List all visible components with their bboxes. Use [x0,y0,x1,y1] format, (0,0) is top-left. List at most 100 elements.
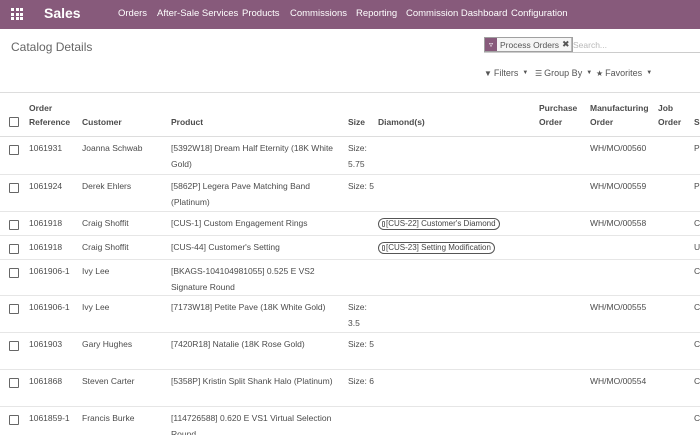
customer-cell: Ivy Lee [82,302,110,312]
row-checkbox[interactable] [9,378,19,388]
order-reference-cell: 1061906-1 [29,266,70,276]
customer-cell: Joanna Schwab [82,143,143,153]
row-checkbox[interactable] [9,304,19,314]
row-checkbox[interactable] [9,145,19,155]
product-cell: [5862P] Legera Pave Matching Band (Plati… [171,181,310,207]
s-cell: C [694,218,700,228]
size-cell: Size: 5.75 [348,143,367,169]
s-cell: C [694,376,700,386]
page-title: Catalog Details [11,40,93,54]
filter-icon: ▿ [485,38,497,51]
menu-commission-dashboard[interactable]: Commission Dashboard [406,8,507,19]
search-bar: ▿ Process Orders ✖ [484,37,700,53]
customer-cell: Ivy Lee [82,266,110,276]
order-reference-cell: 1061906-1 [29,302,70,312]
table-row[interactable]: 1061924 Derek Ehlers [5862P] Legera Pave M… [0,175,700,212]
menu-orders[interactable]: Orders [118,8,147,19]
select-all-checkbox[interactable] [9,117,19,127]
table-row[interactable]: 1061931 Joanna Schwab [5392W18] Dream Half… [0,137,700,175]
table-row[interactable]: 1061906-1 Ivy Lee [BKAGS-104104981055] 0.5… [0,260,700,296]
size-cell: Size: 5 [348,339,374,349]
order-reference-cell: 1061918 [29,242,63,252]
manufacturing-order-cell: WH/MO/00554 [590,376,647,386]
group-by-label: Group By [544,68,583,78]
order-reference-cell: 1061859-1 [29,413,70,423]
product-cell: [5358P] Kristin Split Shank Halo (Platin… [171,376,333,386]
row-checkbox[interactable] [9,244,19,254]
product-cell: [BKAGS-104104981055] 0.525 E VS2 Signatu… [171,266,315,292]
filters-button[interactable]: ▼ Filters ▼ [484,68,528,78]
product-cell: [7420R18] Natalie (18K Rose Gold) [171,339,305,349]
menu-products[interactable]: Products [242,8,280,19]
header-manufacturing-order[interactable]: Manufacturing Order [590,101,654,129]
filters-label: Filters [493,68,519,78]
header-purchase-order[interactable]: Purchase Order [539,101,583,129]
menu-configuration[interactable]: Configuration [511,8,568,19]
apps-grid-icon[interactable] [11,8,23,20]
search-separator [571,38,572,51]
customer-cell: Steven Carter [82,376,135,386]
row-checkbox[interactable] [9,268,19,278]
table-row[interactable]: 1061859-1 Francis Burke [114726588] 0.620 … [0,407,700,435]
customer-cell: Craig Shoffit [82,242,129,252]
order-reference-cell: 1061924 [29,181,63,191]
top-navbar: Sales Orders After-Sale Services Product… [0,0,700,29]
row-checkbox[interactable] [9,220,19,230]
app-brand[interactable]: Sales [44,5,81,21]
table-row[interactable]: 1061903 Gary Hughes [7420R18] Natalie (18K… [0,333,700,370]
menu-after-sale-services[interactable]: After-Sale Services [157,8,238,19]
table-row[interactable]: 1061868 Steven Carter [5358P] Kristin Spli… [0,370,700,407]
manufacturing-order-cell: WH/MO/00560 [590,143,647,153]
header-diamonds[interactable]: Diamond(s) [378,115,425,129]
tag-handle-icon [382,221,385,227]
header-job-order[interactable]: Job Order [658,101,688,129]
customer-cell: Gary Hughes [82,339,133,349]
favorites-button[interactable]: ★ Favorites ▼ [596,68,652,78]
order-reference-cell: 1061903 [29,339,63,349]
manufacturing-order-cell: WH/MO/00555 [590,302,647,312]
header-s[interactable]: S [694,115,700,129]
s-cell: P [694,143,700,153]
s-cell: U [694,242,700,252]
filter-icon: ▼ [484,68,492,78]
table-row[interactable]: 1061918 Craig Shoffit [CUS-1] Custom Engag… [0,212,700,236]
diamond-cell: [CUS-23] Setting Modification [378,240,536,256]
row-checkbox[interactable] [9,415,19,425]
search-input[interactable] [573,38,700,51]
menu-reporting[interactable]: Reporting [356,8,397,19]
s-cell: P [694,181,700,191]
table-row[interactable]: 1061906-1 Ivy Lee [7173W18] Petite Pave (1… [0,296,700,333]
order-reference-cell: 1061918 [29,218,63,228]
customer-cell: Derek Ehlers [82,181,132,191]
diamond-tag[interactable]: [CUS-23] Setting Modification [378,242,495,254]
s-cell: C [694,302,700,312]
product-cell: [114726588] 0.620 E VS1 Virtual Selectio… [171,413,332,435]
header-product[interactable]: Product [171,115,203,129]
table-row[interactable]: 1061918 Craig Shoffit [CUS-44] Customer's … [0,236,700,260]
row-checkbox[interactable] [9,183,19,193]
s-cell: C [694,339,700,349]
search-facet-label: Process Orders [500,39,560,50]
menu-commissions[interactable]: Commissions [290,8,347,19]
size-cell: Size: 3.5 [348,302,367,328]
diamond-tag[interactable]: [CUS-22] Customer's Diamond [378,218,500,230]
size-cell: Size: 6 [348,376,374,386]
favorites-label: Favorites [605,68,643,78]
product-cell: [CUS-44] Customer's Setting [171,242,280,252]
order-reference-cell: 1061931 [29,143,63,153]
header-customer[interactable]: Customer [82,115,122,129]
group-by-button[interactable]: ☰ Group By ▼ [535,68,592,78]
diamond-tag-label: [CUS-23] Setting Modification [386,243,491,252]
diamond-tag-label: [CUS-22] Customer's Diamond [386,219,496,228]
product-cell: [CUS-1] Custom Engagement Rings [171,218,308,228]
caret-down-icon: ▼ [586,70,593,76]
row-checkbox[interactable] [9,341,19,351]
header-size[interactable]: Size [348,115,365,129]
product-cell: [5392W18] Dream Half Eternity (18K White… [171,143,334,169]
s-cell: C [694,413,700,423]
star-icon: ★ [596,68,604,78]
caret-down-icon: ▼ [646,70,653,76]
header-order-reference[interactable]: Order Reference [29,101,79,129]
customer-cell: Francis Burke [82,413,135,423]
diamond-cell: [CUS-22] Customer's Diamond [378,216,536,232]
